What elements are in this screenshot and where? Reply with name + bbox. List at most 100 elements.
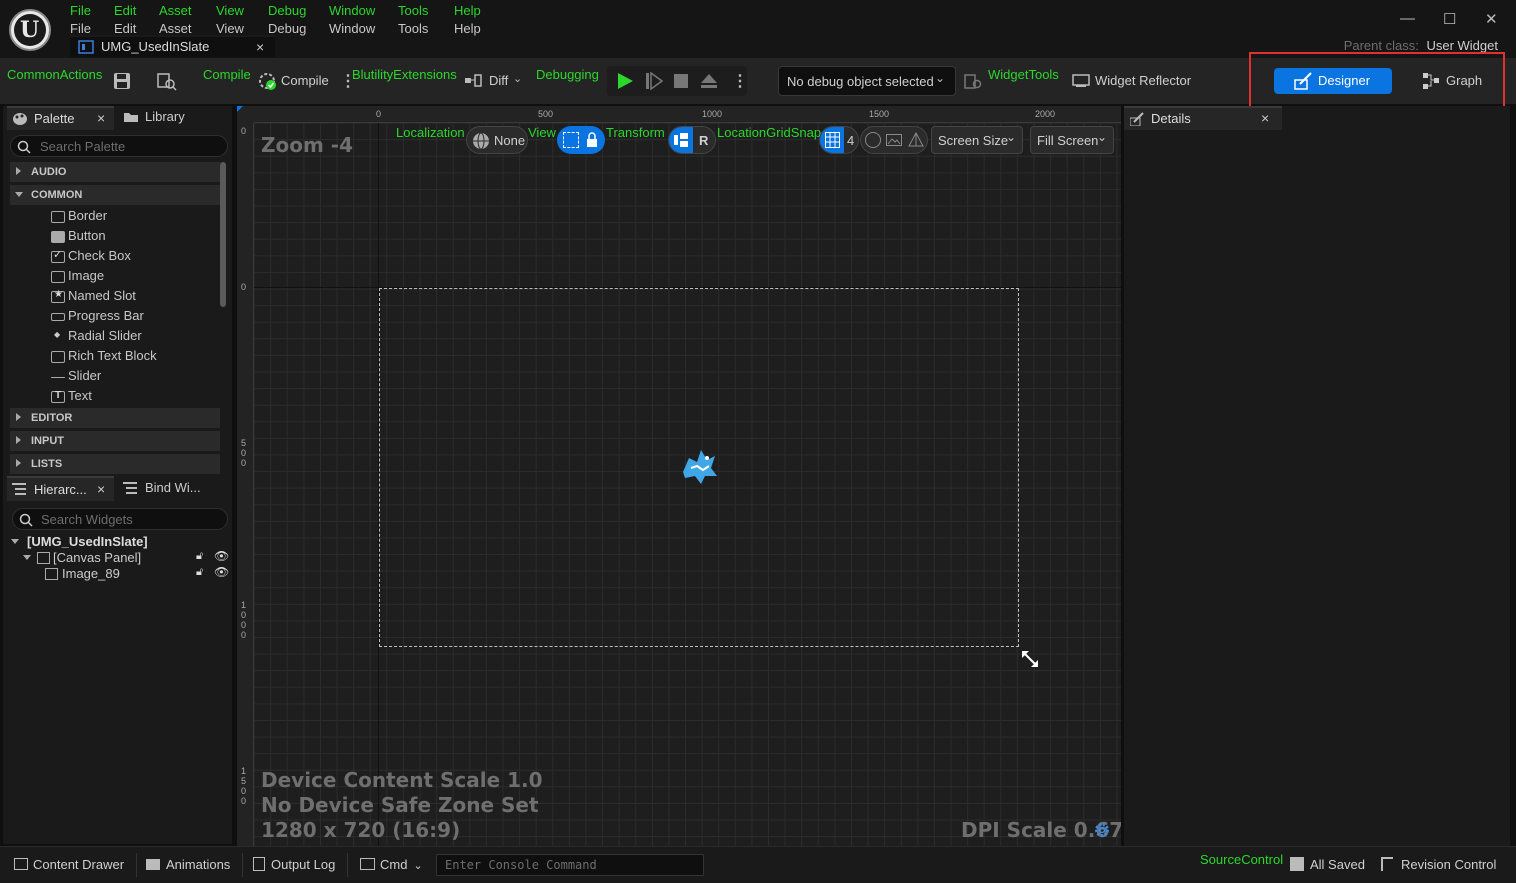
triangle-icon[interactable] (908, 132, 924, 147)
fill-screen-label: Fill Screen (1037, 133, 1099, 148)
hierarchy-close-icon[interactable]: × (97, 481, 105, 497)
menu-asset-green[interactable]: Asset (159, 3, 192, 18)
details-close-icon[interactable]: × (1261, 110, 1269, 126)
minimize-icon[interactable]: — (1400, 10, 1415, 27)
debug-object-select[interactable]: No debug object selected ⌄ (778, 66, 956, 96)
menu-tools-green[interactable]: Tools (398, 3, 428, 18)
palette-scrollbar[interactable] (220, 162, 226, 307)
menu-view-green[interactable]: View (216, 3, 244, 18)
unreal-logo-icon[interactable]: U (9, 9, 51, 51)
menu-tools[interactable]: Tools (398, 21, 428, 36)
tab-library[interactable]: Library (119, 106, 229, 130)
category-audio[interactable]: AUDIO (10, 162, 220, 182)
menu-help[interactable]: Help (454, 21, 481, 36)
tree-image[interactable]: Image_89 🔓︎ 👁︎ (45, 565, 231, 582)
output-log-button[interactable]: Output Log (253, 857, 335, 872)
category-audio-label: AUDIO (31, 166, 67, 178)
visibility-eye-icon[interactable]: 👁︎ (214, 549, 229, 563)
menu-asset[interactable]: Asset (159, 21, 192, 36)
play-options-icon[interactable]: ⋮ (732, 71, 748, 91)
palette-close-icon[interactable]: × (97, 110, 105, 126)
category-input[interactable]: INPUT (10, 431, 220, 451)
tab-details[interactable]: Details × (1124, 106, 1282, 130)
grid-snap-value[interactable]: 4 (847, 133, 854, 148)
eject-icon[interactable] (700, 72, 718, 90)
hierarchy-icon (12, 483, 26, 495)
ruler-label: 0 (241, 282, 247, 292)
console-input[interactable]: Enter Console Command (436, 854, 704, 876)
menu-window-green[interactable]: Window (329, 3, 375, 18)
transform-r-button[interactable]: R (699, 133, 708, 148)
category-editor[interactable]: EDITOR (10, 408, 220, 428)
menu-debug[interactable]: Debug (268, 21, 306, 36)
debug-browse-icon[interactable] (964, 72, 982, 90)
respect-locks-icon[interactable] (865, 132, 881, 148)
cmd-select[interactable]: Cmd ⌄ (360, 857, 423, 872)
revision-control-button[interactable]: Revision Control (1381, 857, 1496, 872)
tab-palette[interactable]: Palette × (7, 106, 114, 130)
browse-icon[interactable] (157, 71, 177, 91)
tab-bind-widgets[interactable]: Bind Wi... (119, 476, 229, 501)
asset-tab[interactable]: UMG_UsedInSlate × (70, 35, 275, 57)
menu-view[interactable]: View (216, 21, 244, 36)
content-drawer-label: Content Drawer (33, 857, 125, 872)
menu-window[interactable]: Window (329, 21, 375, 36)
animations-label: Animations (166, 857, 231, 872)
palette-search-placeholder: Search Palette (40, 139, 126, 154)
grid-snap-label: LocationGridSnap (717, 125, 822, 140)
menu-file[interactable]: File (70, 21, 91, 36)
category-lists[interactable]: LISTS (10, 454, 220, 474)
graph-mode-button[interactable]: Graph (1422, 68, 1502, 94)
menu-help-green[interactable]: Help (454, 3, 481, 18)
step-icon[interactable] (645, 72, 663, 90)
compile-label: Compile (281, 73, 329, 88)
grid-snap-toggle[interactable] (820, 127, 844, 153)
designer-mode-button[interactable]: Designer (1274, 68, 1392, 94)
hierarchy-search-input[interactable]: Search Widgets (12, 508, 228, 530)
search-icon (19, 513, 33, 527)
play-icon[interactable] (616, 72, 634, 90)
localization-selector[interactable]: None (466, 126, 528, 154)
category-lists-label: LISTS (31, 458, 63, 470)
tab-close-icon[interactable]: × (256, 39, 264, 55)
details-title: Details (1151, 111, 1191, 126)
save-icon[interactable] (113, 72, 131, 90)
lock-icon[interactable]: 🔓︎ (196, 566, 203, 579)
vertical-ruler: 0 0 500 1000 1500 (237, 106, 254, 846)
preview-mode-toggles (860, 126, 928, 154)
tab-hierarchy[interactable]: Hierarc... × (7, 476, 114, 501)
menu-edit[interactable]: Edit (114, 21, 136, 36)
category-common[interactable]: COMMON (10, 185, 220, 205)
menu-debug-green[interactable]: Debug (268, 3, 306, 18)
outline-icon[interactable] (563, 132, 579, 148)
stop-icon[interactable] (673, 73, 689, 89)
transform-mode-button[interactable] (669, 127, 693, 153)
ruler-label: 1000 (702, 109, 723, 119)
diff-icon (465, 74, 482, 87)
content-drawer-button[interactable]: Content Drawer (14, 857, 124, 872)
lock-icon[interactable] (585, 132, 599, 148)
maximize-icon[interactable]: ☐ (1443, 10, 1456, 28)
view-toggles (557, 126, 605, 154)
menu-file-green[interactable]: File (70, 3, 91, 18)
tree-canvas-panel[interactable]: [Canvas Panel] 🔓︎ 👁︎ (23, 549, 231, 566)
visibility-eye-icon[interactable]: 👁︎ (214, 565, 229, 579)
status-bar: Content Drawer Animations Output Log Cmd… (0, 846, 1516, 883)
dpi-settings-gear-icon[interactable] (1094, 822, 1110, 838)
close-window-icon[interactable]: ✕ (1485, 10, 1498, 28)
palette-search-input[interactable]: Search Palette (10, 135, 228, 157)
animations-button[interactable]: Animations (146, 857, 230, 872)
screen-size-select[interactable]: Screen Size ⌄ (931, 126, 1023, 154)
tree-root[interactable]: [UMG_UsedInSlate] (11, 534, 231, 550)
image-widget-sprite-icon[interactable] (679, 446, 721, 488)
image-preview-icon[interactable] (886, 134, 902, 146)
fill-screen-select[interactable]: Fill Screen ⌄ (1030, 126, 1114, 154)
tab-library-label: Library (145, 109, 185, 124)
designer-viewport[interactable]: 0 500 1000 1500 2000 0 0 500 1000 1500 Z… (237, 106, 1121, 846)
resize-handle-icon[interactable] (1020, 649, 1040, 669)
all-saved-button[interactable]: All Saved (1290, 857, 1365, 872)
menu-edit-green[interactable]: Edit (114, 3, 136, 18)
divider (136, 853, 137, 877)
palette-item-label: Check Box (68, 248, 131, 263)
lock-icon[interactable]: 🔓︎ (196, 550, 203, 563)
